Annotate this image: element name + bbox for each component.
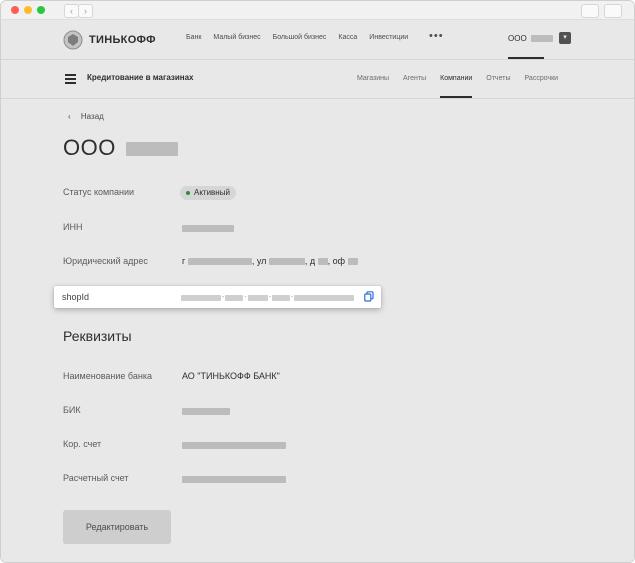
browser-back-button[interactable]: ‹ xyxy=(64,4,79,18)
nav-big-business[interactable]: Большой бизнес xyxy=(273,34,327,41)
address-house-prefix: , д xyxy=(304,256,316,266)
tabs-icon[interactable] xyxy=(604,4,622,18)
copy-icon[interactable] xyxy=(364,291,374,302)
minimize-window-button[interactable] xyxy=(24,6,32,14)
tab-installments[interactable]: Рассрочки xyxy=(524,75,558,82)
chevron-down-icon[interactable]: ▾ xyxy=(559,32,571,44)
redacted-shopid-1 xyxy=(181,294,221,301)
redacted-street xyxy=(268,258,305,266)
maximize-window-button[interactable] xyxy=(37,6,45,14)
edit-button[interactable]: Редактировать xyxy=(63,510,171,544)
close-window-button[interactable] xyxy=(11,6,19,14)
title-bar: ‹ › xyxy=(1,1,634,20)
status-label: Статус компании xyxy=(63,187,135,197)
redacted-account xyxy=(182,476,286,484)
tab-agents[interactable]: Агенты xyxy=(403,75,426,82)
bik-value xyxy=(182,406,230,416)
inn-value xyxy=(182,223,234,233)
address-city-prefix: г xyxy=(182,256,186,266)
address-street-prefix: , ул xyxy=(251,256,267,266)
requisites-title: Реквизиты xyxy=(63,328,132,344)
top-header: ТИНЬКОФФ Банк Малый бизнес Большой бизне… xyxy=(1,20,634,60)
status-badge: Активный xyxy=(180,186,236,200)
address-value: г , ул , д , оф xyxy=(182,256,358,266)
chevron-left-icon: ‹ xyxy=(68,112,71,121)
redacted-bik xyxy=(182,408,230,416)
kor-label: Кор. счет xyxy=(63,439,102,449)
section-title: Кредитование в магазинах xyxy=(87,73,194,82)
logo[interactable]: ТИНЬКОФФ xyxy=(63,30,156,50)
redacted-inn xyxy=(182,225,234,233)
more-icon[interactable]: ••• xyxy=(429,30,444,42)
nav-small-business[interactable]: Малый бизнес xyxy=(213,34,260,41)
redacted-shopid-5 xyxy=(294,294,355,301)
tab-reports[interactable]: Отчеты xyxy=(486,75,510,82)
kor-value xyxy=(182,440,286,450)
redacted-city xyxy=(187,258,252,266)
account-label: Расчетный счет xyxy=(63,473,129,483)
back-link[interactable]: ‹ Назад xyxy=(68,112,104,121)
shopid-label: shopId xyxy=(62,292,90,302)
tinkoff-emblem-icon xyxy=(63,30,83,50)
redacted-shopid-2 xyxy=(225,294,244,301)
company-selector-label: ООО xyxy=(508,34,527,43)
page-title: ООО xyxy=(63,135,179,161)
company-selector-underline xyxy=(508,57,544,59)
menu-icon[interactable] xyxy=(65,74,76,86)
browser-window: ‹ › ТИНЬКОФФ Банк Малый бизнес Большой б… xyxy=(0,0,635,563)
nav-investments[interactable]: Инвестиции xyxy=(369,34,408,41)
account-value xyxy=(182,474,286,484)
logo-text: ТИНЬКОФФ xyxy=(89,34,156,46)
address-label: Юридический адрес xyxy=(63,256,148,266)
nav-kassa[interactable]: Касса xyxy=(338,34,357,41)
address-office-prefix: , оф xyxy=(327,256,346,266)
inn-label: ИНН xyxy=(63,222,83,232)
shopid-value[interactable]: - - - - xyxy=(181,294,355,301)
redacted-company-name xyxy=(530,35,553,43)
redacted-kor xyxy=(182,442,286,450)
tab-companies[interactable]: Компании xyxy=(440,75,473,98)
browser-forward-button[interactable]: › xyxy=(78,4,93,18)
redacted-shopid-3 xyxy=(247,294,268,301)
shopid-card: shopId - - - - xyxy=(54,286,381,308)
company-content: ‹ Назад ООО Статус компании Активный ИНН… xyxy=(1,99,634,562)
redacted-office xyxy=(347,258,358,266)
share-icon[interactable] xyxy=(581,4,599,18)
nav-bank[interactable]: Банк xyxy=(186,34,201,41)
sub-nav: Магазины Агенты Компании Отчеты Рассрочк… xyxy=(357,75,572,98)
title-prefix: ООО xyxy=(63,135,116,160)
redacted-shopid-4 xyxy=(272,294,291,301)
status-value: Активный xyxy=(194,188,230,197)
bank-name-value: АО "ТИНЬКОФФ БАНК" xyxy=(182,371,280,381)
status-dot-icon xyxy=(186,190,190,195)
sub-header: Кредитование в магазинах Магазины Агенты… xyxy=(1,60,634,99)
company-selector[interactable]: ООО xyxy=(508,34,553,43)
redacted-house xyxy=(317,258,328,266)
page: ТИНЬКОФФ Банк Малый бизнес Большой бизне… xyxy=(1,20,634,562)
tab-shops[interactable]: Магазины xyxy=(357,75,389,82)
bik-label: БИК xyxy=(63,405,81,415)
redacted-company-title xyxy=(126,142,179,157)
back-label: Назад xyxy=(80,112,104,121)
bank-name-label: Наименование банка xyxy=(63,371,152,381)
top-nav: Банк Малый бизнес Большой бизнес Касса И… xyxy=(186,34,420,41)
